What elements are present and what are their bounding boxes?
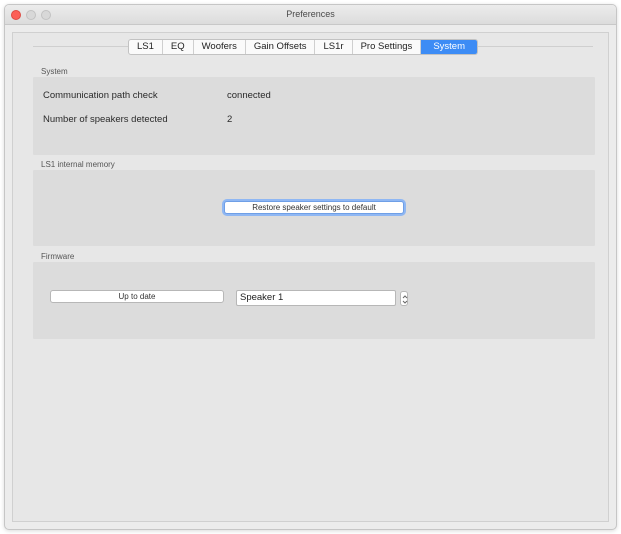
firmware-status-button[interactable]: Up to date xyxy=(50,290,224,303)
preferences-content: LS1 EQ Woofers Gain Offsets LS1r Pro Set… xyxy=(12,32,609,522)
tab-ls1[interactable]: LS1 xyxy=(129,40,163,54)
window-title: Preferences xyxy=(286,9,335,19)
system-section: Communication path check connected Numbe… xyxy=(33,77,595,155)
preferences-window: Preferences LS1 EQ Woofers Gain Offsets … xyxy=(4,4,617,530)
restore-defaults-button[interactable]: Restore speaker settings to default xyxy=(224,201,404,214)
tab-eq[interactable]: EQ xyxy=(163,40,194,54)
comm-path-value: connected xyxy=(227,90,271,101)
memory-section-heading: LS1 internal memory xyxy=(41,160,115,169)
tab-system[interactable]: System xyxy=(421,40,477,54)
tab-bar: LS1 EQ Woofers Gain Offsets LS1r Pro Set… xyxy=(128,39,478,55)
speakers-detected-label: Number of speakers detected xyxy=(43,114,168,125)
tab-pro-settings[interactable]: Pro Settings xyxy=(353,40,422,54)
firmware-section: Up to date Speaker 1 xyxy=(33,262,595,339)
firmware-section-heading: Firmware xyxy=(41,252,75,261)
speaker-select[interactable]: Speaker 1 xyxy=(236,290,396,306)
tab-gain-offsets[interactable]: Gain Offsets xyxy=(246,40,316,54)
up-down-chevron-icon xyxy=(402,295,408,304)
memory-section: Restore speaker settings to default xyxy=(33,170,595,246)
title-bar: Preferences xyxy=(5,5,616,25)
speakers-detected-value: 2 xyxy=(227,114,233,125)
speaker-stepper[interactable] xyxy=(400,291,408,306)
tab-woofers[interactable]: Woofers xyxy=(194,40,246,54)
comm-path-label: Communication path check xyxy=(43,90,158,101)
tab-ls1r[interactable]: LS1r xyxy=(315,40,353,54)
system-section-heading: System xyxy=(41,67,68,76)
